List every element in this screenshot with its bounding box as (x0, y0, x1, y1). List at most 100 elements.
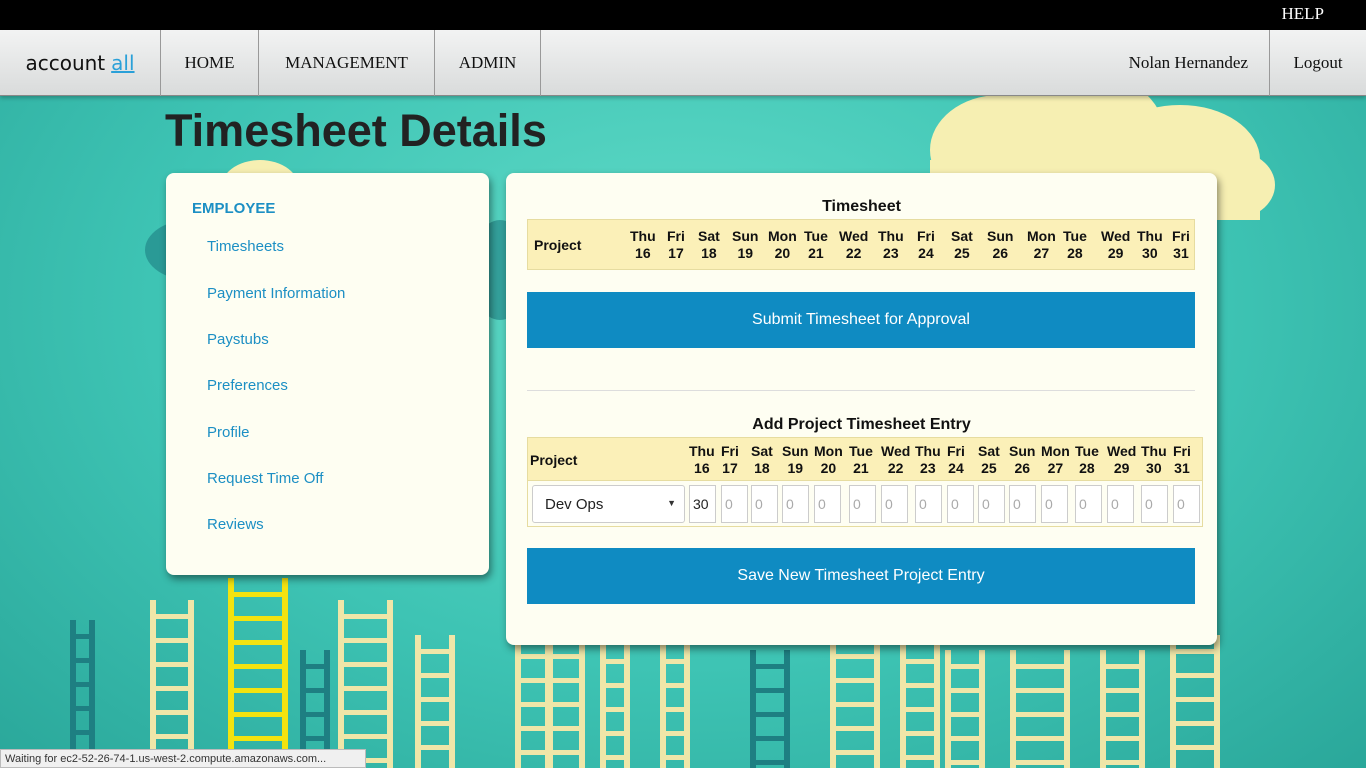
day-hours-input[interactable]: 0 (721, 485, 748, 523)
day-number: 29 (1113, 460, 1130, 476)
day-number: 17 (668, 245, 684, 261)
timesheet-day-header: Tue 28 (1063, 228, 1087, 262)
day-number: 28 (1079, 460, 1095, 476)
ladder-illustration (1170, 635, 1220, 768)
ladder-illustration (945, 650, 985, 768)
day-number: 27 (1033, 245, 1050, 261)
day-of-week: Fri (1172, 228, 1190, 244)
nav-home[interactable]: HOME (161, 30, 259, 96)
day-hours-input[interactable]: 0 (751, 485, 778, 523)
entry-day-header: Mon 20 (814, 443, 843, 477)
entry-project-column-header: Project (530, 452, 578, 468)
ladder-illustration (1100, 650, 1145, 768)
day-of-week: Tue (804, 228, 828, 244)
day-number: 18 (754, 460, 770, 476)
day-hours-input[interactable]: 0 (782, 485, 809, 523)
entry-day-header: Fri 31 (1173, 443, 1191, 477)
timesheet-day-header: Sun 26 (987, 228, 1013, 262)
user-name[interactable]: Nolan Hernandez (1129, 30, 1248, 96)
ladder-illustration (750, 650, 790, 768)
day-number: 30 (1146, 460, 1162, 476)
timesheet-day-header: Sun 19 (732, 228, 758, 262)
day-of-week: Mon (814, 443, 843, 459)
entry-day-header: Fri 17 (721, 443, 739, 477)
day-hours-input[interactable]: 0 (978, 485, 1005, 523)
logout-button[interactable]: Logout (1269, 30, 1366, 96)
timesheet-day-header: Mon 27 (1027, 228, 1056, 262)
sidebar-item-payment-information[interactable]: Payment Information (207, 285, 345, 302)
ladder-illustration (415, 635, 455, 768)
sidebar-item-profile[interactable]: Profile (207, 424, 250, 441)
sidebar-item-reviews[interactable]: Reviews (207, 516, 264, 533)
timesheet-day-header: Fri 17 (667, 228, 685, 262)
day-of-week: Sun (1009, 443, 1036, 459)
day-number: 19 (787, 460, 804, 476)
day-of-week: Sun (987, 228, 1014, 244)
logo[interactable]: account all (0, 30, 161, 96)
timesheet-day-header: Thu 16 (630, 228, 656, 262)
sidebar-heading: EMPLOYEE (192, 200, 276, 217)
day-hours-input[interactable]: 0 (1107, 485, 1134, 523)
day-number: 30 (1142, 245, 1158, 261)
ladder-illustration (228, 578, 288, 768)
nav-management[interactable]: MANAGEMENT (259, 30, 435, 96)
day-number: 20 (774, 245, 791, 261)
sidebar-item-timesheets[interactable]: Timesheets (207, 238, 284, 255)
timesheet-title: Timesheet (822, 198, 901, 215)
day-hours-input[interactable]: 0 (814, 485, 841, 523)
logo-accent: all (111, 51, 135, 75)
project-select[interactable]: Dev Ops ▼ (532, 485, 685, 523)
entry-input-row: Dev Ops ▼ 30 0 0 0 0 0 0 0 0 0 0 0 0 0 0 0 (527, 481, 1203, 527)
help-link[interactable]: HELP (1282, 4, 1325, 24)
timesheet-day-header: Fri 24 (917, 228, 935, 262)
day-number: 25 (954, 245, 970, 261)
sidebar-item-request-time-off[interactable]: Request Time Off (207, 470, 323, 487)
day-number: 18 (701, 245, 717, 261)
day-hours-input[interactable]: 0 (1173, 485, 1200, 523)
ladder-illustration (830, 640, 880, 768)
day-hours-input[interactable]: 0 (947, 485, 974, 523)
day-of-week: Sat (698, 228, 720, 244)
logo-text: account (25, 51, 106, 75)
timesheet-day-header: Fri 31 (1172, 228, 1190, 262)
entry-day-header: Tue 21 (849, 443, 873, 477)
browser-status-bar: Waiting for ec2-52-26-74-1.us-west-2.com… (0, 749, 366, 768)
day-of-week: Fri (721, 443, 739, 459)
day-hours-input[interactable]: 0 (1141, 485, 1168, 523)
project-select-value: Dev Ops (545, 495, 604, 513)
ladder-illustration (545, 640, 585, 768)
caret-down-icon: ▼ (667, 498, 676, 508)
entry-day-header: Sat 18 (751, 443, 773, 477)
timesheet-header-table: Project Thu 16 Fri 17 Sat 18 Sun 19 Mon 20 Tue 21 We… (527, 219, 1195, 270)
day-number: 20 (820, 460, 837, 476)
day-number: 22 (845, 245, 862, 261)
timesheet-day-header: Wed 29 (1101, 228, 1130, 262)
sidebar-item-paystubs[interactable]: Paystubs (207, 331, 269, 348)
day-number: 26 (992, 245, 1009, 261)
day-of-week: Mon (768, 228, 797, 244)
day-hours-input[interactable]: 0 (915, 485, 942, 523)
day-number: 27 (1047, 460, 1064, 476)
day-hours-input[interactable]: 0 (881, 485, 908, 523)
day-of-week: Fri (667, 228, 685, 244)
day-number: 28 (1067, 245, 1083, 261)
day-hours-input[interactable]: 30 (689, 485, 716, 523)
day-of-week: Wed (839, 228, 869, 244)
day-number: 29 (1107, 245, 1124, 261)
day-of-week: Fri (917, 228, 935, 244)
day-hours-input[interactable]: 0 (1075, 485, 1102, 523)
timesheet-day-header: Thu 30 (1137, 228, 1163, 262)
section-divider (527, 390, 1195, 391)
entry-day-header: Sun 26 (1009, 443, 1035, 477)
day-of-week: Fri (947, 443, 965, 459)
nav-admin[interactable]: ADMIN (435, 30, 541, 96)
submit-timesheet-button[interactable]: Submit Timesheet for Approval (527, 292, 1195, 348)
save-entry-button[interactable]: Save New Timesheet Project Entry (527, 548, 1195, 604)
day-hours-input[interactable]: 0 (1009, 485, 1036, 523)
day-of-week: Sat (978, 443, 1000, 459)
day-hours-input[interactable]: 0 (1041, 485, 1068, 523)
ladder-illustration (600, 645, 630, 768)
sidebar-item-preferences[interactable]: Preferences (207, 377, 288, 394)
ladder-illustration (1010, 650, 1070, 768)
day-hours-input[interactable]: 0 (849, 485, 876, 523)
